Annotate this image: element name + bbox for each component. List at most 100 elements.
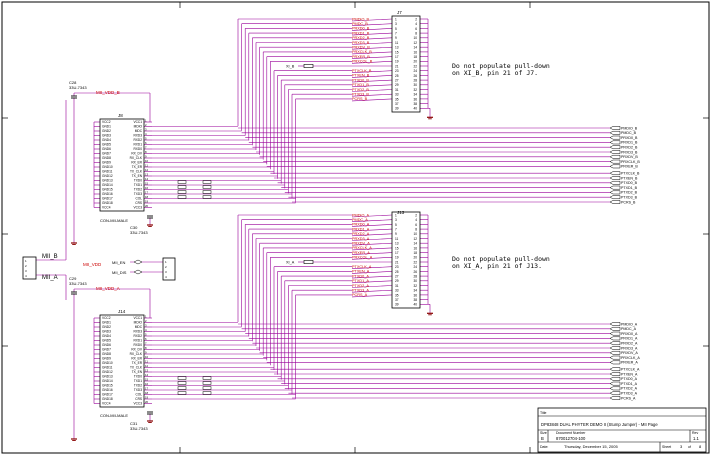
mii-pin-label-left: GND2 xyxy=(102,325,111,329)
ground-symbol xyxy=(147,420,153,423)
signal-arrow xyxy=(133,259,143,265)
series-resistor xyxy=(202,391,212,395)
mii-pin-label-right: RX_ER xyxy=(131,161,142,165)
net-label: PMDIO_A xyxy=(352,213,370,217)
pin-number: 1 xyxy=(395,17,397,21)
pin-number: 33 xyxy=(395,289,399,293)
mii-pin-number: 10 xyxy=(145,159,149,163)
port-label: PMDIO_B xyxy=(621,126,638,130)
mii-pin-label-right: TX_EN xyxy=(132,370,143,374)
offpage-port xyxy=(609,360,621,365)
pin-number: 23 xyxy=(395,265,399,269)
mii-pin-label-left: GND4 xyxy=(102,334,111,338)
offpage-port xyxy=(609,346,621,350)
power-label-top: MII_VDD_B xyxy=(96,90,120,95)
offpage-port xyxy=(609,140,621,145)
net-label: PCRS_B xyxy=(352,97,368,101)
mii-pin-number: 14 xyxy=(145,373,149,377)
pin-number: 30 xyxy=(413,83,417,87)
mii-pin-number: 13 xyxy=(145,369,149,373)
pin-number: 29 xyxy=(395,83,399,87)
port-label: PRXD1_B xyxy=(621,141,638,145)
offpage-port xyxy=(609,350,621,355)
net-label: PRXER_A xyxy=(352,251,370,255)
port-label: PTXEN_B xyxy=(621,176,638,180)
decoupling-capacitor xyxy=(71,291,77,295)
mii-pin-number: 20 xyxy=(145,204,149,208)
pin-number: 20 xyxy=(413,256,417,260)
j7-refdes: J7 xyxy=(397,10,402,15)
mii-pin-label-right: VCC1 xyxy=(133,316,142,320)
net-label: PRXD0_A xyxy=(352,223,370,227)
mii-pin-label-right: RX_DV xyxy=(131,152,143,156)
doc-number: 870012704-100 xyxy=(556,436,586,441)
port-label: PRXD0_B xyxy=(621,136,638,140)
j8-part: CON-MII-MALE xyxy=(100,218,128,223)
mii-pin-label-left: GND13 xyxy=(102,179,113,183)
port-label: PRXDV_B xyxy=(621,155,638,159)
port-label: PTXD2_A xyxy=(621,387,638,391)
pin-number: 37 xyxy=(395,102,399,106)
net-label: PMDC_A xyxy=(352,218,368,222)
offpage-port xyxy=(609,145,621,150)
pin-number: 32 xyxy=(413,284,417,288)
net-label: PRXCLK_B xyxy=(352,50,372,54)
port-label: PCRS_A xyxy=(621,396,636,400)
pin-number: 30 xyxy=(413,279,417,283)
mii-pin-label-right: RXD1 xyxy=(133,339,142,343)
ground-symbol xyxy=(427,312,433,316)
title-text: DP83848 DUAL PHYTER DEMO II (Stump Jumpe… xyxy=(541,422,658,427)
port-label: PRXD2_A xyxy=(621,342,638,346)
port-label: PRXCLK_B xyxy=(621,160,640,164)
pin-number: 37 xyxy=(395,298,399,302)
offpage-port xyxy=(609,336,621,341)
pin-number: 22 xyxy=(413,260,417,264)
net-label: PCRS_A xyxy=(352,293,368,297)
net-label: PTXD3_A xyxy=(352,289,369,293)
mii-pin-label-right: CRS xyxy=(135,397,142,401)
pin-number: 4 xyxy=(415,22,417,26)
port-label: PRXD1_A xyxy=(621,337,638,341)
mii-pin-label-left: GND18 xyxy=(102,397,113,401)
port-mii-b-label: MII_B xyxy=(42,254,58,260)
pin-number: 18 xyxy=(413,55,417,59)
mii-pin-label-left: GND7 xyxy=(102,152,111,156)
offpage-port xyxy=(609,381,621,386)
mii-pin-label-right: RX_ER xyxy=(131,357,142,361)
pin-number: 7 xyxy=(395,32,397,36)
sheet-label: Sheet xyxy=(662,445,671,449)
note-top-line2: on XI_B, pin 21 of J7. xyxy=(452,69,538,77)
net-label: PRXER_B xyxy=(352,55,370,59)
mii-pin-number: 19 xyxy=(145,396,149,400)
mii-pin-label-left: GND15 xyxy=(102,384,113,388)
mii-pin-number: 13 xyxy=(145,173,149,177)
net-label: PRXDV_A xyxy=(352,242,370,246)
port-label: PRXD3_B xyxy=(621,150,638,154)
mii-pin-label-left: GND2 xyxy=(102,129,111,133)
mii-pin-label-left: GND4 xyxy=(102,138,111,142)
port-label: PTXCLK_A xyxy=(621,368,640,372)
mii-pin-label-right: VCC3 xyxy=(133,206,142,210)
pin-number: 40 xyxy=(413,107,417,111)
c31-value: 33U-7343 xyxy=(130,426,148,431)
pin-number: 19 xyxy=(395,60,399,64)
series-resistor xyxy=(177,190,187,194)
port-label: PRXD2_B xyxy=(621,146,638,150)
mii-pin-label-left: GND1 xyxy=(102,125,111,129)
net-label: PRXD2_A xyxy=(352,232,370,236)
port-label: PRXCLK_A xyxy=(621,356,640,360)
offpage-port xyxy=(609,372,621,376)
pin-number: 13 xyxy=(395,242,399,246)
pin-number: 11 xyxy=(395,41,399,45)
pin-number: 29 xyxy=(395,279,399,283)
ground-symbol xyxy=(427,116,433,120)
series-resistor xyxy=(202,381,212,385)
j13-refdes: J13 xyxy=(397,210,405,215)
series-resistor xyxy=(202,190,212,194)
mii-pin-label-right: MDC xyxy=(135,129,143,133)
mii-pin-label-right: RX_CLK xyxy=(130,352,143,356)
net-label: PTXCLK_B xyxy=(352,69,372,73)
series-resistor xyxy=(202,185,212,189)
mii-pin-number: 14 xyxy=(145,177,149,181)
mii-pin-label-left: GND11 xyxy=(102,366,113,370)
